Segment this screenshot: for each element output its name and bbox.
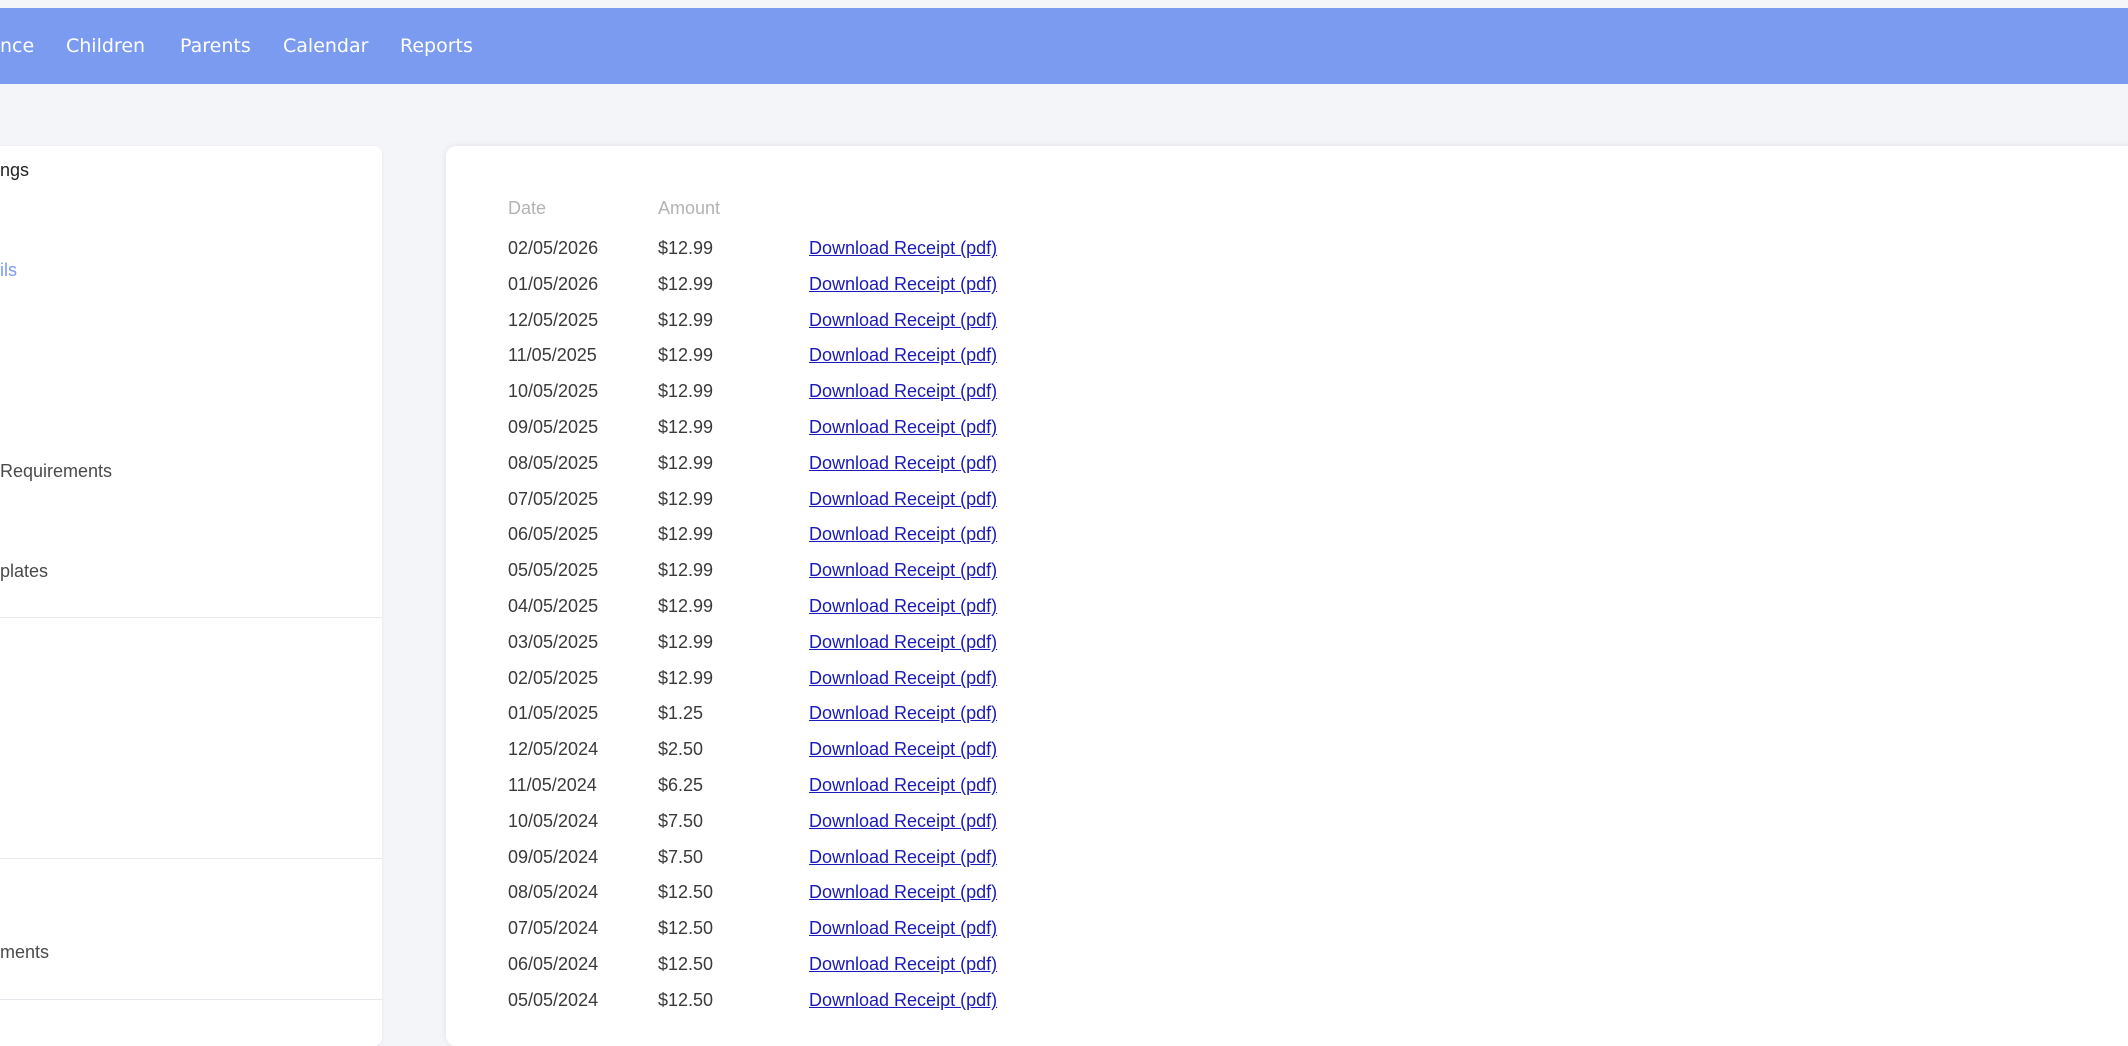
download-receipt-link[interactable]: Download Receipt (pdf) (809, 988, 997, 1012)
nav-item-reports[interactable]: Reports (400, 8, 473, 84)
row-date: 05/05/2024 (508, 990, 599, 1010)
row-date: 05/05/2025 (508, 560, 599, 580)
table-row: 08/05/2024 $12.50 Download Receipt (pdf) (0, 880, 1100, 916)
row-date: 09/05/2024 (508, 847, 599, 867)
download-receipt-link[interactable]: Download Receipt (pdf) (809, 272, 997, 296)
download-receipt-link[interactable]: Download Receipt (pdf) (809, 594, 997, 618)
row-amount: $12.50 (658, 882, 714, 902)
row-amount: $7.50 (658, 847, 704, 867)
row-amount: $12.99 (658, 453, 714, 473)
row-amount: $2.50 (658, 739, 704, 759)
row-date: 06/05/2025 (508, 524, 599, 544)
top-navigation-bar: nce Children Parents Calendar Reports (0, 8, 2128, 84)
row-date: 12/05/2025 (508, 310, 599, 330)
row-amount: $12.99 (658, 489, 714, 509)
table-row: 01/05/2026 $12.99 Download Receipt (pdf) (0, 272, 1100, 308)
row-amount: $12.99 (658, 632, 714, 652)
table-row: 01/05/2025 $1.25 Download Receipt (pdf) (0, 701, 1100, 737)
table-row: 09/05/2025 $12.99 Download Receipt (pdf) (0, 415, 1100, 451)
row-amount: $12.99 (658, 417, 714, 437)
download-receipt-link[interactable]: Download Receipt (pdf) (809, 236, 997, 260)
table-row: 12/05/2024 $2.50 Download Receipt (pdf) (0, 737, 1100, 773)
row-amount: $12.99 (658, 310, 714, 330)
download-receipt-link[interactable]: Download Receipt (pdf) (809, 522, 997, 546)
row-date: 01/05/2025 (508, 703, 599, 723)
download-receipt-link[interactable]: Download Receipt (pdf) (809, 343, 997, 367)
nav-item-parents[interactable]: Parents (180, 8, 251, 84)
sidebar-item-settings[interactable]: ngs (0, 160, 29, 181)
download-receipt-link[interactable]: Download Receipt (pdf) (809, 308, 997, 332)
row-date: 02/05/2025 (508, 668, 599, 688)
row-date: 11/05/2024 (508, 775, 597, 795)
download-receipt-link[interactable]: Download Receipt (pdf) (809, 773, 997, 797)
download-receipt-link[interactable]: Download Receipt (pdf) (809, 415, 997, 439)
table-row: 11/05/2024 $6.25 Download Receipt (pdf) (0, 773, 1100, 809)
row-amount: $1.25 (658, 703, 704, 723)
table-row: 02/05/2026 $12.99 Download Receipt (pdf) (0, 236, 1100, 272)
table-row: 05/05/2024 $12.50 Download Receipt (pdf) (0, 988, 1100, 1024)
table-row: 02/05/2025 $12.99 Download Receipt (pdf) (0, 666, 1100, 702)
row-amount: $6.25 (658, 775, 704, 795)
download-receipt-link[interactable]: Download Receipt (pdf) (809, 558, 997, 582)
row-date: 10/05/2024 (508, 811, 599, 831)
row-amount: $12.50 (658, 954, 714, 974)
download-receipt-link[interactable]: Download Receipt (pdf) (809, 630, 997, 654)
download-receipt-link[interactable]: Download Receipt (pdf) (809, 666, 997, 690)
table-row: 12/05/2025 $12.99 Download Receipt (pdf) (0, 308, 1100, 344)
table-row: 07/05/2025 $12.99 Download Receipt (pdf) (0, 487, 1100, 523)
table-row: 03/05/2025 $12.99 Download Receipt (pdf) (0, 630, 1100, 666)
download-receipt-link[interactable]: Download Receipt (pdf) (809, 487, 997, 511)
row-amount: $12.50 (658, 918, 714, 938)
row-date: 06/05/2024 (508, 954, 599, 974)
row-amount: $12.99 (658, 345, 714, 365)
row-amount: $12.50 (658, 990, 714, 1010)
row-amount: $12.99 (658, 668, 714, 688)
download-receipt-link[interactable]: Download Receipt (pdf) (809, 880, 997, 904)
row-amount: $12.99 (658, 524, 714, 544)
download-receipt-link[interactable]: Download Receipt (pdf) (809, 451, 997, 475)
row-date: 11/05/2025 (508, 345, 597, 365)
row-amount: $7.50 (658, 811, 704, 831)
download-receipt-link[interactable]: Download Receipt (pdf) (809, 809, 997, 833)
table-row: 04/05/2025 $12.99 Download Receipt (pdf) (0, 594, 1100, 630)
row-amount: $12.99 (658, 381, 714, 401)
table-row: 10/05/2024 $7.50 Download Receipt (pdf) (0, 809, 1100, 845)
table-row: 06/05/2025 $12.99 Download Receipt (pdf) (0, 522, 1100, 558)
column-header-amount: Amount (658, 198, 721, 218)
table-row: 11/05/2025 $12.99 Download Receipt (pdf) (0, 343, 1100, 379)
nav-item-children[interactable]: Children (66, 8, 145, 84)
row-date: 04/05/2025 (508, 596, 599, 616)
download-receipt-link[interactable]: Download Receipt (pdf) (809, 952, 997, 976)
row-date: 07/05/2024 (508, 918, 599, 938)
row-date: 10/05/2025 (508, 381, 599, 401)
table-row: 10/05/2025 $12.99 Download Receipt (pdf) (0, 379, 1100, 415)
row-date: 08/05/2025 (508, 453, 599, 473)
download-receipt-link[interactable]: Download Receipt (pdf) (809, 701, 997, 725)
table-row: 06/05/2024 $12.50 Download Receipt (pdf) (0, 952, 1100, 988)
column-header-date: Date (508, 198, 547, 218)
row-amount: $12.99 (658, 560, 714, 580)
nav-item-attendance[interactable]: nce (0, 8, 34, 84)
row-date: 08/05/2024 (508, 882, 599, 902)
row-date: 07/05/2025 (508, 489, 599, 509)
row-date: 02/05/2026 (508, 238, 599, 258)
nav-item-calendar[interactable]: Calendar (283, 8, 368, 84)
row-amount: $12.99 (658, 596, 714, 616)
download-receipt-link[interactable]: Download Receipt (pdf) (809, 916, 997, 940)
table-row: 09/05/2024 $7.50 Download Receipt (pdf) (0, 845, 1100, 881)
table-row: 07/05/2024 $12.50 Download Receipt (pdf) (0, 916, 1100, 952)
download-receipt-link[interactable]: Download Receipt (pdf) (809, 845, 997, 869)
row-date: 09/05/2025 (508, 417, 599, 437)
download-receipt-link[interactable]: Download Receipt (pdf) (809, 737, 997, 761)
table-row: 08/05/2025 $12.99 Download Receipt (pdf) (0, 451, 1100, 487)
row-amount: $12.99 (658, 238, 714, 258)
row-date: 01/05/2026 (508, 274, 599, 294)
table-row: 05/05/2025 $12.99 Download Receipt (pdf) (0, 558, 1100, 594)
download-receipt-link[interactable]: Download Receipt (pdf) (809, 379, 997, 403)
row-date: 03/05/2025 (508, 632, 599, 652)
row-amount: $12.99 (658, 274, 714, 294)
row-date: 12/05/2024 (508, 739, 599, 759)
